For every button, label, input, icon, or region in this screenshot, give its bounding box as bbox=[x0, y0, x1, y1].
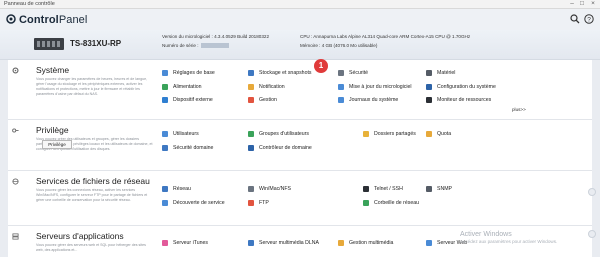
notification-icon bbox=[248, 84, 254, 90]
web-server-icon bbox=[426, 240, 432, 246]
windows-activation-subtitle: Accédez aux paramètres pour activer Wind… bbox=[460, 239, 558, 244]
serial-info: Numéro de série : bbox=[162, 43, 229, 49]
snmp-icon bbox=[426, 186, 432, 192]
network-item-icon bbox=[162, 186, 168, 192]
help-icon[interactable]: ? bbox=[584, 14, 594, 24]
multimedia-icon bbox=[338, 240, 344, 246]
domain-security-icon bbox=[162, 145, 168, 151]
app-header: ControlPanel ? bbox=[0, 9, 600, 30]
ftp-icon bbox=[248, 200, 254, 206]
control-panel-content: Système Vous pouvez changer les paramètr… bbox=[8, 60, 592, 257]
key-icon bbox=[12, 128, 19, 133]
storage-icon bbox=[248, 70, 254, 76]
section-description: Vous pouvez changer les paramètres de he… bbox=[36, 77, 148, 96]
section-title: Serveurs d'applications bbox=[36, 231, 124, 241]
file-share-icon bbox=[248, 186, 254, 192]
cpu-info: CPU : Annapurna Labs Alpine AL314 Quad-c… bbox=[300, 34, 471, 39]
section-description: Vous pouvez gérer les connexions réseau,… bbox=[36, 188, 148, 202]
management-icon bbox=[248, 97, 254, 103]
users-group-icon bbox=[248, 131, 254, 137]
window-title: Panneau de contrôle bbox=[4, 1, 55, 7]
svg-text:?: ? bbox=[587, 17, 591, 24]
terminal-icon bbox=[363, 186, 369, 192]
system-config-icon bbox=[426, 84, 432, 90]
external-device-icon bbox=[162, 97, 168, 103]
serial-redacted bbox=[200, 43, 229, 49]
scroll-up-button[interactable] bbox=[588, 188, 596, 196]
dlna-icon bbox=[248, 240, 254, 246]
device-info-bar: TS-831XU-RP Version du micrologiciel : 4… bbox=[0, 30, 600, 60]
section-privilege: Privilège Vous pouvez créer des utilisat… bbox=[8, 120, 592, 171]
quota-icon bbox=[426, 131, 432, 137]
basic-settings-icon bbox=[162, 70, 168, 76]
control-panel-logo-icon bbox=[6, 14, 16, 24]
resource-monitor-icon bbox=[426, 97, 432, 103]
section-network-file-services: Services de fichiers de réseau Vous pouv… bbox=[8, 171, 592, 226]
privilege-tooltip: Privilège bbox=[42, 140, 72, 149]
close-icon[interactable]: × bbox=[589, 0, 597, 8]
itunes-icon bbox=[162, 240, 168, 246]
network-icon bbox=[12, 178, 19, 185]
windows-activation-title: Activer Windows bbox=[460, 231, 512, 238]
minimize-icon[interactable]: – bbox=[568, 0, 576, 8]
power-icon bbox=[162, 84, 168, 90]
step-badge: 1 bbox=[314, 59, 328, 73]
search-icon[interactable] bbox=[570, 14, 580, 24]
section-title: Système bbox=[36, 65, 70, 75]
app-brand: ControlPanel bbox=[19, 14, 88, 26]
user-icon bbox=[162, 131, 168, 137]
firmware-info: Version du micrologiciel : 4.3.4.0529 Bu… bbox=[162, 34, 270, 39]
more-link[interactable]: plus>> bbox=[512, 107, 526, 112]
gear-icon bbox=[12, 67, 19, 74]
device-name: TS-831XU-RP bbox=[70, 39, 122, 48]
domain-controller-icon bbox=[248, 145, 254, 151]
window-titlebar: Panneau de contrôle – □ × bbox=[0, 0, 600, 9]
memory-info: Mémoire : 4 GB (4076.0 Mo utilisable) bbox=[300, 43, 378, 48]
section-description: Vous pouvez gérer des serveurs web et SQ… bbox=[36, 243, 146, 252]
firmware-update-icon bbox=[338, 84, 344, 90]
section-system: Système Vous pouvez changer les paramètr… bbox=[8, 60, 592, 120]
logs-icon bbox=[338, 97, 344, 103]
section-title: Services de fichiers de réseau bbox=[36, 176, 150, 186]
scroll-down-button[interactable] bbox=[588, 230, 596, 238]
nas-device-image bbox=[34, 38, 64, 50]
section-title: Privilège bbox=[36, 125, 69, 135]
service-discovery-icon bbox=[162, 200, 168, 206]
maximize-icon[interactable]: □ bbox=[578, 0, 586, 8]
lock-icon bbox=[338, 70, 344, 76]
server-icon bbox=[12, 233, 19, 240]
recycle-bin-icon bbox=[363, 200, 369, 206]
folder-icon bbox=[363, 131, 369, 137]
hardware-icon bbox=[426, 70, 432, 76]
